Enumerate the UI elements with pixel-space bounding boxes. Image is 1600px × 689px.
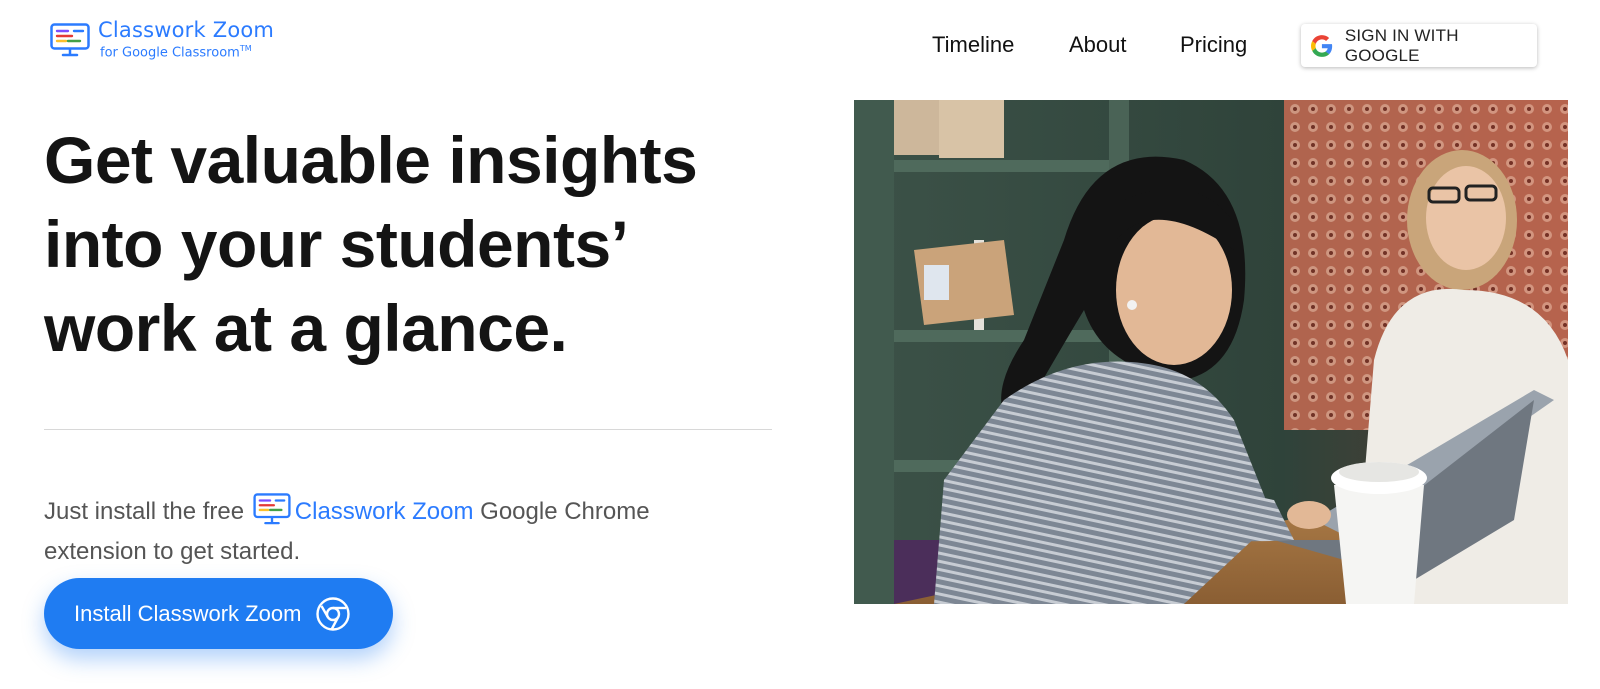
- logo-text: Classwork Zoom for Google ClassroomTM: [98, 18, 275, 61]
- logo-link[interactable]: Classwork Zoom for Google ClassroomTM: [50, 20, 274, 59]
- nav-link-pricing[interactable]: Pricing: [1180, 28, 1247, 62]
- monitor-logo-icon: [253, 493, 291, 525]
- students-photo: [854, 100, 1568, 604]
- install-classwork-zoom-button[interactable]: Install Classwork Zoom: [44, 578, 393, 649]
- description-prefix: Just install the free: [44, 498, 245, 525]
- description-line-2: extension to get started.: [44, 538, 301, 565]
- nav-link-timeline[interactable]: Timeline: [932, 28, 1014, 62]
- install-button-label: Install Classwork Zoom: [74, 600, 302, 626]
- logo-subtitle: for Google ClassroomTM: [100, 44, 252, 61]
- trademark-mark: TM: [239, 44, 252, 53]
- headline-line-2: into your students’: [44, 207, 629, 281]
- section-divider: [44, 429, 772, 430]
- monitor-logo-icon: [50, 22, 90, 56]
- hero-description: Just install the free Classwork Zoom Goo…: [44, 492, 724, 572]
- logo-title: Classwork Zoom: [98, 18, 275, 42]
- description-suffix: Google Chrome: [480, 498, 650, 525]
- google-g-icon: [1311, 34, 1333, 57]
- headline-line-3: work at a glance.: [44, 291, 568, 365]
- site-header: Classwork Zoom for Google ClassroomTM Ti…: [0, 0, 1600, 90]
- description-brand-link[interactable]: Classwork Zoom: [295, 498, 474, 525]
- sign-in-label: SIGN IN WITH GOOGLE: [1344, 25, 1459, 65]
- chrome-icon: [316, 596, 351, 631]
- students-photo-illustration: [854, 100, 1568, 604]
- sign-in-with-google-button[interactable]: SIGN IN WITH GOOGLE: [1301, 24, 1537, 67]
- nav-link-about[interactable]: About: [1069, 28, 1127, 62]
- hero-headline: Get valuable insights into your students…: [44, 118, 804, 370]
- headline-line-1: Get valuable insights: [44, 123, 698, 197]
